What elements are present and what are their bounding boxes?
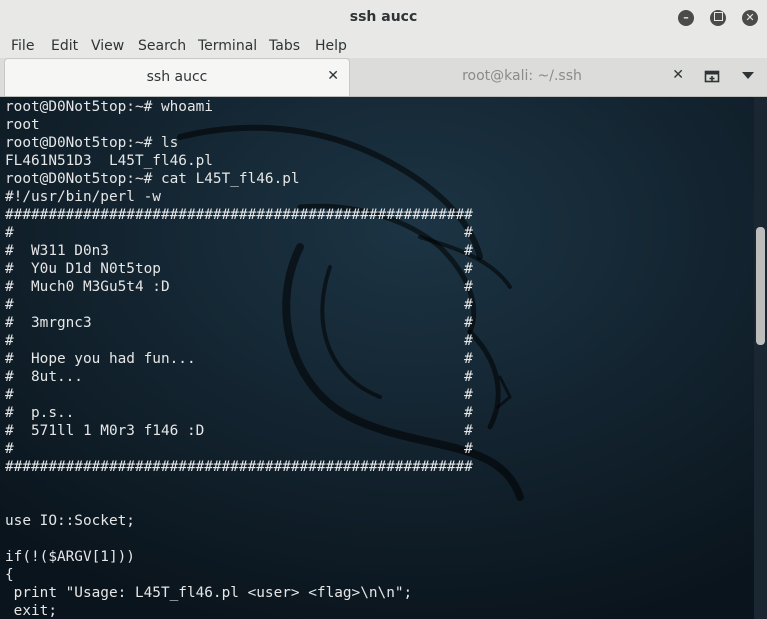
terminal-view[interactable]: root@D0Not5top:~# whoami root root@D0Not… xyxy=(0,97,754,619)
title-bar: ssh aucc – ✕ xyxy=(0,0,767,37)
tab-ssh-aucc[interactable]: ssh aucc ✕ xyxy=(4,58,350,96)
menu-bar: File Edit View Search Terminal Tabs Help xyxy=(0,36,767,58)
menu-terminal[interactable]: Terminal xyxy=(198,38,257,54)
new-tab-icon[interactable] xyxy=(704,68,722,84)
chevron-down-icon[interactable] xyxy=(742,72,754,79)
maximize-icon[interactable] xyxy=(710,10,726,26)
minimize-icon[interactable]: – xyxy=(678,10,694,26)
scrollbar[interactable] xyxy=(754,97,767,619)
close-icon[interactable]: ✕ xyxy=(327,68,339,84)
close-icon[interactable]: ✕ xyxy=(672,67,684,83)
menu-help[interactable]: Help xyxy=(315,38,347,54)
menu-edit[interactable]: Edit xyxy=(51,38,78,54)
tab-root-kali[interactable]: root@kali: ~/.ssh ✕ xyxy=(350,58,694,96)
menu-tabs[interactable]: Tabs xyxy=(269,38,300,54)
close-icon[interactable]: ✕ xyxy=(742,10,758,26)
tab-label: ssh aucc xyxy=(146,69,208,85)
menu-file[interactable]: File xyxy=(11,38,34,54)
tab-bar: ssh aucc ✕ root@kali: ~/.ssh ✕ xyxy=(0,58,767,97)
terminal-output: root@D0Not5top:~# whoami root root@D0Not… xyxy=(5,99,473,619)
tab-label: root@kali: ~/.ssh xyxy=(462,68,582,84)
scrollbar-thumb[interactable] xyxy=(756,227,765,345)
menu-view[interactable]: View xyxy=(91,38,124,54)
window-title: ssh aucc xyxy=(349,9,418,25)
menu-search[interactable]: Search xyxy=(138,38,186,54)
